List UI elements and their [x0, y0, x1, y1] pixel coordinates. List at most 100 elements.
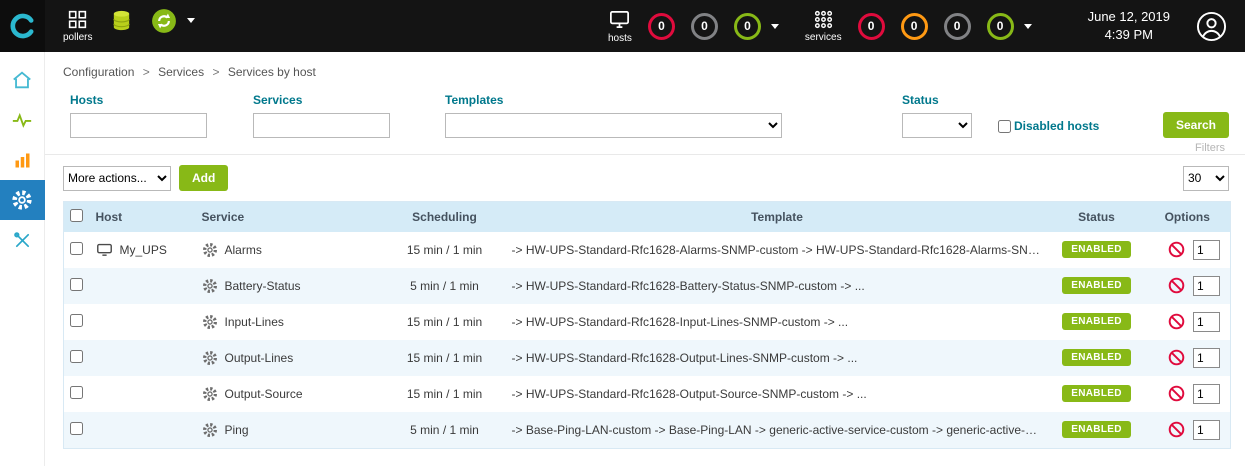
services-counter-unknown[interactable]: 0: [944, 13, 971, 40]
hosts-status-group: hosts 0 0 0: [608, 8, 779, 44]
row-checkbox[interactable]: [70, 314, 83, 327]
hosts-counter-down[interactable]: 0: [648, 13, 675, 40]
database-icon: [110, 9, 133, 32]
breadcrumb-current-page: Services by host: [228, 65, 316, 79]
services-status-group: services 0 0 0 0: [805, 9, 1032, 43]
status-badge: ENABLED: [1062, 421, 1130, 438]
row-checkbox[interactable]: [70, 422, 83, 435]
sidebar-item-administration[interactable]: [0, 220, 45, 260]
services-table: Host Service Scheduling Template Status …: [63, 201, 1231, 449]
service-gear-icon: [202, 422, 218, 438]
service-gear-icon: [202, 314, 218, 330]
table-row: Output-Source 15 min / 1 min -> HW-UPS-S…: [64, 376, 1231, 412]
services-counter-warning[interactable]: 0: [901, 13, 928, 40]
disable-icon[interactable]: [1168, 241, 1185, 258]
service-name[interactable]: Alarms: [225, 243, 262, 257]
pollers-chevron-icon[interactable]: [187, 18, 195, 23]
scheduling-value: 15 min / 1 min: [384, 340, 506, 376]
service-name[interactable]: Output-Source: [225, 387, 303, 401]
service-gear-icon: [202, 350, 218, 366]
breadcrumb-separator: >: [212, 65, 219, 79]
pollers-label: pollers: [63, 32, 92, 43]
breadcrumb-separator: >: [143, 65, 150, 79]
sidebar-item-monitoring[interactable]: [0, 100, 45, 140]
row-checkbox[interactable]: [70, 278, 83, 291]
hosts-chevron-icon[interactable]: [771, 24, 779, 29]
filters-caption: Filters: [1195, 142, 1225, 154]
host-name[interactable]: My_UPS: [120, 243, 167, 257]
centreon-logo[interactable]: [0, 0, 45, 52]
template-chain: -> HW-UPS-Standard-Rfc1628-Battery-Statu…: [506, 268, 1049, 304]
service-gear-icon: [202, 386, 218, 402]
clock-time: 4:39 PM: [1088, 26, 1170, 44]
tools-icon: [12, 230, 33, 251]
services-filter-input[interactable]: [253, 113, 390, 138]
options-count-input[interactable]: [1193, 312, 1220, 332]
disabled-hosts-checkbox[interactable]: [998, 120, 1011, 133]
options-count-input[interactable]: [1193, 240, 1220, 260]
hosts-counter-up[interactable]: 0: [734, 13, 761, 40]
disable-icon[interactable]: [1168, 385, 1185, 402]
hosts-menu[interactable]: hosts: [608, 8, 632, 44]
service-name[interactable]: Battery-Status: [225, 279, 301, 293]
chart-icon: [12, 150, 33, 171]
sidebar-item-configuration[interactable]: [0, 180, 45, 220]
row-checkbox[interactable]: [70, 386, 83, 399]
template-chain: -> HW-UPS-Standard-Rfc1628-Output-Source…: [506, 376, 1049, 412]
options-count-input[interactable]: [1193, 384, 1220, 404]
options-count-input[interactable]: [1193, 276, 1220, 296]
select-all-checkbox[interactable]: [70, 209, 83, 222]
row-checkbox[interactable]: [70, 350, 83, 363]
main-content: Configuration > Services > Services by h…: [45, 52, 1245, 466]
services-menu[interactable]: services: [805, 9, 842, 43]
status-filter-select[interactable]: [902, 113, 972, 138]
user-menu[interactable]: [1196, 11, 1227, 42]
services-chevron-icon[interactable]: [1024, 24, 1032, 29]
disable-icon[interactable]: [1168, 277, 1185, 294]
header-template[interactable]: Template: [506, 202, 1049, 232]
more-actions-select[interactable]: More actions...: [63, 166, 171, 191]
options-count-input[interactable]: [1193, 420, 1220, 440]
hosts-filter-input[interactable]: [70, 113, 207, 138]
templates-filter-select[interactable]: [445, 113, 782, 138]
service-name[interactable]: Input-Lines: [225, 315, 284, 329]
disable-icon[interactable]: [1168, 421, 1185, 438]
page-size-select[interactable]: 30: [1183, 166, 1229, 191]
table-row: Battery-Status 5 min / 1 min -> HW-UPS-S…: [64, 268, 1231, 304]
database-status[interactable]: [110, 9, 133, 32]
poller-state-ok-icon: [151, 8, 177, 34]
search-button[interactable]: Search: [1163, 112, 1229, 138]
templates-filter-block: Templates: [445, 93, 782, 138]
header-scheduling[interactable]: Scheduling: [384, 202, 506, 232]
services-icon: [813, 9, 834, 30]
hosts-counter-unreachable[interactable]: 0: [691, 13, 718, 40]
scheduling-value: 5 min / 1 min: [384, 412, 506, 449]
service-name[interactable]: Ping: [225, 423, 249, 437]
breadcrumb-configuration[interactable]: Configuration: [63, 65, 134, 79]
disable-icon[interactable]: [1168, 349, 1185, 366]
row-checkbox[interactable]: [70, 242, 83, 255]
topbar: pollers: [0, 0, 1245, 52]
scheduling-value: 15 min / 1 min: [384, 304, 506, 340]
header-status[interactable]: Status: [1049, 202, 1145, 232]
service-name[interactable]: Output-Lines: [225, 351, 294, 365]
services-counter-critical[interactable]: 0: [858, 13, 885, 40]
poller-state[interactable]: [151, 8, 177, 34]
hosts-icon: [608, 8, 631, 31]
table-row: My_UPS Alarms 15 min / 1 min -> HW-UPS-S…: [64, 232, 1231, 268]
host-icon: [96, 241, 113, 258]
clock-date: June 12, 2019: [1088, 8, 1170, 26]
template-chain: -> Base-Ping-LAN-custom -> Base-Ping-LAN…: [506, 412, 1049, 449]
header-host[interactable]: Host: [90, 202, 196, 232]
services-counter-ok[interactable]: 0: [987, 13, 1014, 40]
header-service[interactable]: Service: [196, 202, 384, 232]
sidebar-item-reporting[interactable]: [0, 140, 45, 180]
add-button[interactable]: Add: [179, 165, 228, 191]
pollers-menu[interactable]: pollers: [63, 9, 92, 43]
filter-bar: Hosts Services Templates Status: [45, 87, 1245, 155]
breadcrumb-services[interactable]: Services: [158, 65, 204, 79]
status-badge: ENABLED: [1062, 385, 1130, 402]
options-count-input[interactable]: [1193, 348, 1220, 368]
disable-icon[interactable]: [1168, 313, 1185, 330]
sidebar-item-home[interactable]: [0, 60, 45, 100]
